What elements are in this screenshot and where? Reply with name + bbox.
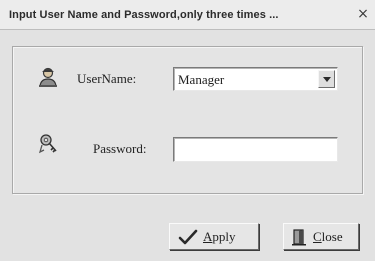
door-icon bbox=[292, 229, 306, 246]
close-window-icon[interactable]: × bbox=[355, 6, 371, 22]
close-label-rest: lose bbox=[321, 229, 343, 244]
apply-button-label: Apply bbox=[203, 229, 236, 245]
close-mnemonic: C bbox=[313, 229, 322, 244]
password-label: Password: bbox=[93, 141, 147, 156]
keys-icon bbox=[38, 134, 57, 154]
title-bar[interactable]: Input User Name and Password,only three … bbox=[0, 0, 375, 30]
window-title: Input User Name and Password,only three … bbox=[9, 9, 279, 21]
user-icon bbox=[39, 67, 57, 87]
apply-label-rest: pply bbox=[212, 229, 236, 244]
username-label: UserName: bbox=[77, 71, 137, 86]
check-icon bbox=[178, 229, 198, 245]
close-button-label: Close bbox=[313, 229, 343, 245]
login-dialog: Input User Name and Password,only three … bbox=[0, 0, 375, 261]
close-button[interactable]: Close bbox=[283, 223, 359, 250]
username-selected-value: Manager bbox=[178, 72, 225, 87]
apply-mnemonic: A bbox=[203, 229, 213, 244]
chevron-down-icon[interactable] bbox=[318, 70, 335, 88]
apply-button[interactable]: Apply bbox=[169, 223, 259, 250]
username-select[interactable]: Manager bbox=[173, 67, 338, 91]
password-field[interactable] bbox=[173, 137, 338, 162]
